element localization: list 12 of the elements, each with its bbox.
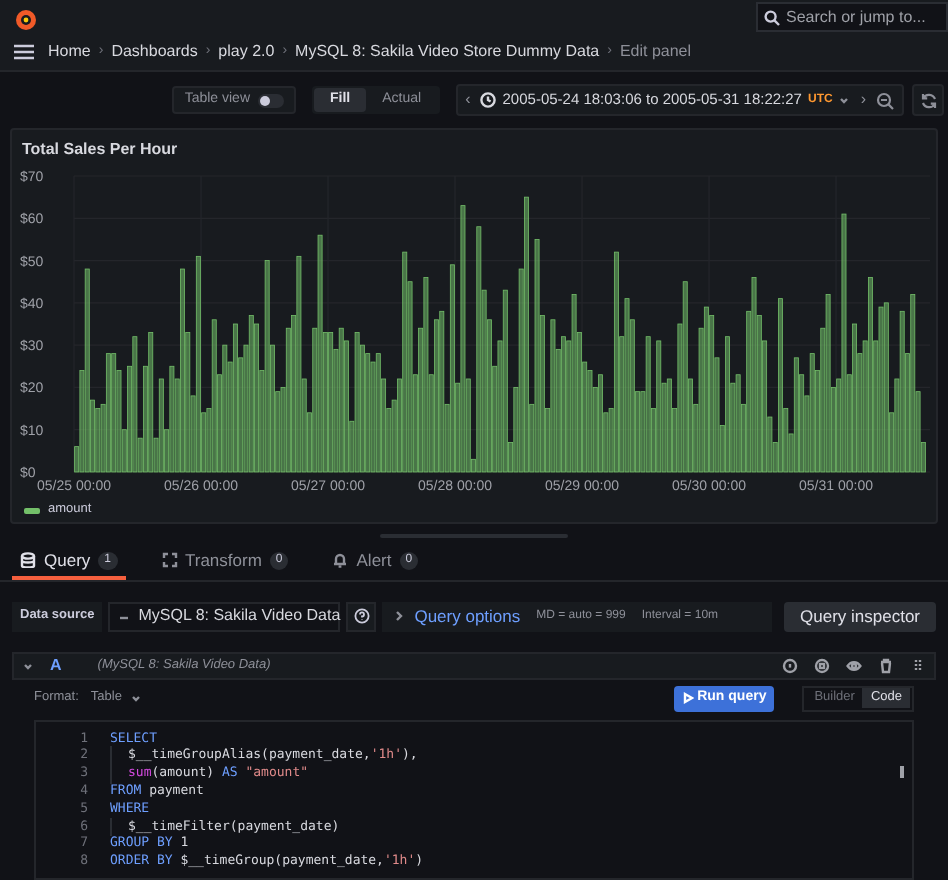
- next-range-button[interactable]: ›: [860, 88, 866, 112]
- query-options-link[interactable]: Query options: [394, 603, 521, 629]
- breadcrumb-link[interactable]: Home: [48, 40, 91, 64]
- search-field[interactable]: Search or jump to...: [756, 2, 948, 32]
- breadcrumb-link[interactable]: Edit panel: [619, 40, 692, 64]
- breadcrumb-link[interactable]: Dashboards: [111, 40, 198, 64]
- previous-range-button[interactable]: ‹: [465, 88, 471, 112]
- query-letter[interactable]: A: [50, 654, 62, 678]
- breadcrumb-link[interactable]: MySQL 8: Sakila Video Store Dummy Data: [295, 40, 600, 64]
- panel-title: Total Sales Per Hour: [20, 138, 180, 160]
- breadcrumb-link[interactable]: play 2.0: [218, 40, 275, 64]
- query-inspector-button[interactable]: Query inspector: [784, 601, 936, 631]
